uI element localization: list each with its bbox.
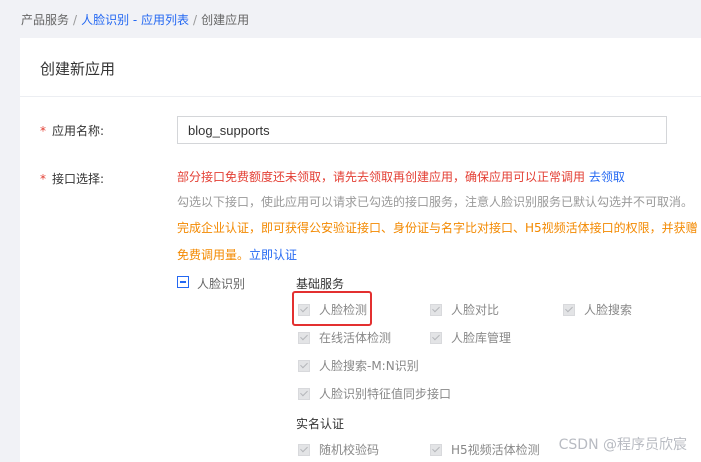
claim-quota-link[interactable]: 去领取 xyxy=(589,170,625,184)
enterprise-notice-line1: 完成企业认证，即可获得公安验证接口、身份证与名字比对接口、H5视频活体接口的权限… xyxy=(177,221,698,235)
required-mark: * xyxy=(40,172,46,186)
checkbox-checked-icon xyxy=(430,443,442,456)
enterprise-notice-line2-text: 免费调用量。 xyxy=(177,248,250,262)
checkbox-face-search[interactable]: 人脸搜索 xyxy=(563,301,632,318)
checkbox-feature-sync[interactable]: 人脸识别特征值同步接口 xyxy=(298,385,451,402)
checkbox-face-compare[interactable]: 人脸对比 xyxy=(430,301,499,318)
enterprise-notice-line2: 免费调用量。立即认证 xyxy=(177,246,297,263)
checkbox-label: 随机校验码 xyxy=(319,443,380,457)
breadcrumb-separator: / xyxy=(73,13,78,27)
checkbox-label: H5视频活体检测 xyxy=(451,443,540,457)
app-name-input[interactable] xyxy=(177,116,667,144)
app-name-label-text: 应用名称: xyxy=(52,124,105,138)
checkbox-label: 人脸搜索 xyxy=(584,303,633,317)
breadcrumb-face-app-list[interactable]: 人脸识别 - 应用列表 xyxy=(81,13,189,27)
basic-service-group-title: 基础服务 xyxy=(296,277,345,291)
breadcrumb-create-app: 创建应用 xyxy=(201,13,250,27)
realname-group-title: 实名认证 xyxy=(296,417,345,431)
annotation-highlight-box xyxy=(292,291,372,326)
checkbox-online-liveness[interactable]: 在线活体检测 xyxy=(298,329,391,346)
api-select-label: * 接口选择: xyxy=(40,170,104,187)
watermark: CSDN @程序员欣宸 xyxy=(558,437,687,453)
checkbox-label: 人脸搜索-M:N识别 xyxy=(319,359,419,373)
checkbox-checked-icon xyxy=(298,387,310,400)
app-name-label: * 应用名称: xyxy=(40,122,104,139)
api-select-label-text: 接口选择: xyxy=(52,172,105,186)
checkbox-face-library[interactable]: 人脸库管理 xyxy=(430,329,511,346)
checkbox-checked-icon xyxy=(298,443,310,456)
api-select-hint: 勾选以下接口，使此应用可以请求已勾选的接口服务，注意人脸识别服务已默认勾选并不可… xyxy=(177,195,694,209)
checkbox-h5-liveness[interactable]: H5视频活体检测 xyxy=(430,441,540,458)
breadcrumb: 产品服务 / 人脸识别 - 应用列表 / 创建应用 xyxy=(21,11,249,27)
checkbox-checked-icon xyxy=(298,359,310,372)
checkbox-label: 在线活体检测 xyxy=(319,331,392,345)
breadcrumb-products[interactable]: 产品服务 xyxy=(21,13,69,27)
face-category-label[interactable]: 人脸识别 xyxy=(197,275,245,292)
checkbox-checked-icon xyxy=(563,303,575,316)
collapse-face-category-icon[interactable] xyxy=(177,276,189,288)
checkbox-label: 人脸对比 xyxy=(451,303,500,317)
verify-now-link[interactable]: 立即认证 xyxy=(249,248,297,262)
free-quota-text: 部分接口免费额度还未领取，请先去领取再创建应用，确保应用可以正常调用 xyxy=(177,170,586,184)
checkbox-random-code[interactable]: 随机校验码 xyxy=(298,441,379,458)
checkbox-face-search-mn[interactable]: 人脸搜索-M:N识别 xyxy=(298,357,419,374)
free-quota-notice: 部分接口免费额度还未领取，请先去领取再创建应用，确保应用可以正常调用 去领取 xyxy=(177,168,625,185)
checkbox-checked-icon xyxy=(430,331,442,344)
create-app-card: 创建新应用 * 应用名称: * 接口选择: 部分接口免费额度还未领取，请先去领取再创… xyxy=(20,38,701,462)
page-title: 创建新应用 xyxy=(40,60,116,78)
breadcrumb-separator: / xyxy=(193,13,198,27)
checkbox-label: 人脸库管理 xyxy=(451,331,512,345)
title-divider xyxy=(20,96,701,97)
checkbox-checked-icon xyxy=(298,331,310,344)
checkbox-label: 人脸识别特征值同步接口 xyxy=(319,387,452,401)
checkbox-checked-icon xyxy=(430,303,442,316)
required-mark: * xyxy=(40,124,46,138)
